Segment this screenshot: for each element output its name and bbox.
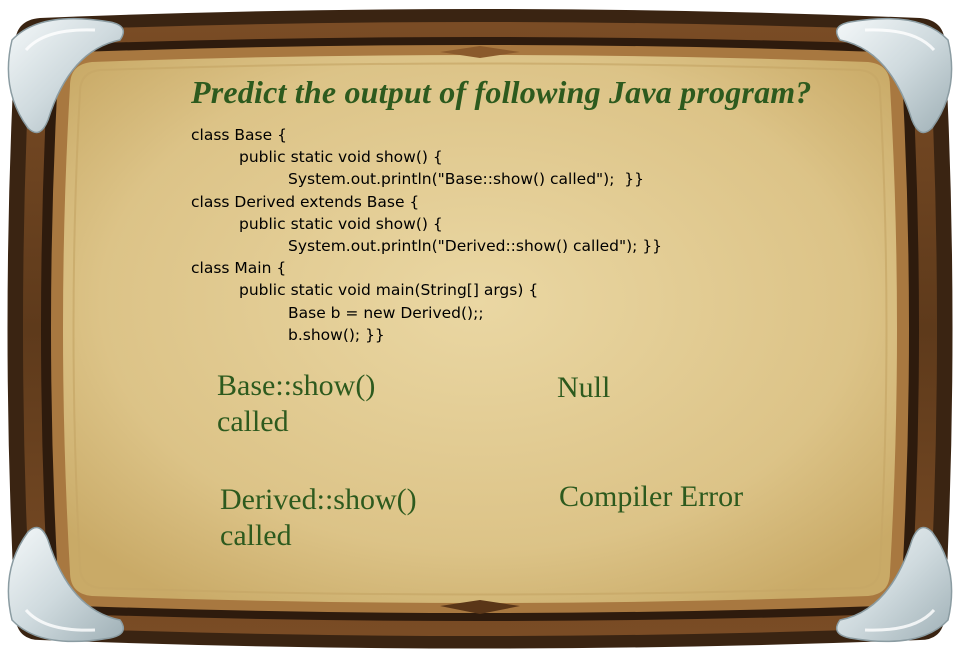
option-b[interactable]: Null [557,370,610,406]
option-d[interactable]: Compiler Error [559,479,743,515]
code-line: class Derived extends Base { [191,192,420,211]
option-b-line1: Null [557,371,611,404]
code-line: public static void show() { [239,214,443,233]
code-line: b.show(); }} [288,325,385,344]
code-line: class Main { [191,259,287,278]
code-line: System.out.println("Base::show() called"… [288,170,645,189]
option-c[interactable]: Derived::show() called [220,482,417,554]
slide: Predict the output of following Java pro… [0,0,960,657]
code-line: System.out.println("Derived::show() call… [288,236,663,255]
option-a-line1: Base::show() [217,369,376,402]
question-title: Predict the output of following Java pro… [191,74,812,110]
option-c-line1: Derived::show() [220,483,417,516]
code-line: Base b = new Derived();; [288,303,484,322]
option-a[interactable]: Base::show() called [217,368,375,440]
code-line: public static void show() { [239,148,443,167]
code-line: class Base { [191,126,287,144]
option-c-line2: called [220,519,292,552]
option-d-line1: Compiler Error [559,480,744,513]
code-block: class Base { public static void show() {… [191,124,662,346]
code-line: public static void main(String[] args) { [239,281,539,300]
option-a-line2: called [217,405,289,438]
